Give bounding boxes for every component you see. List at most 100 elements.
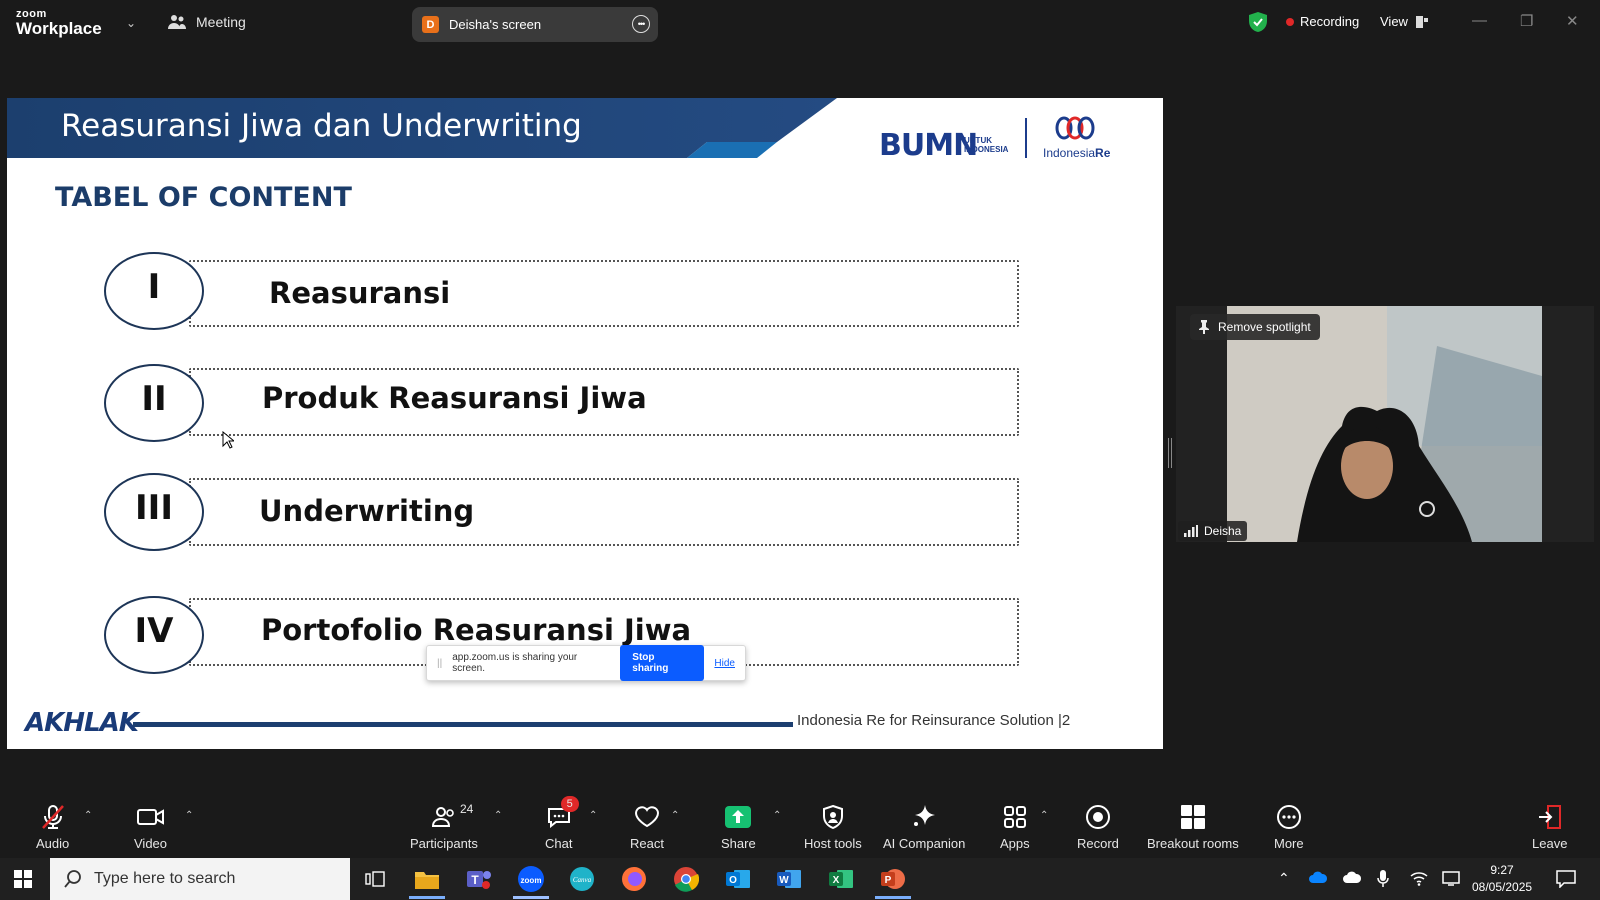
zoom-app-icon[interactable]: zoom xyxy=(516,864,546,894)
toc-row-numeral: IV xyxy=(104,596,204,674)
video-options-chevron-icon[interactable]: ⌃ xyxy=(185,810,193,821)
toc-row-label: Underwriting xyxy=(259,494,475,528)
breakout-rooms-icon xyxy=(1180,804,1206,830)
breakout-rooms-button[interactable]: Breakout rooms xyxy=(1147,804,1239,851)
share-button[interactable]: Share xyxy=(721,804,756,851)
participants-count: 24 xyxy=(459,802,474,816)
stop-sharing-button[interactable]: Stop sharing xyxy=(620,645,705,681)
notifications-icon[interactable] xyxy=(1556,870,1576,888)
microphone-icon[interactable] xyxy=(1377,870,1389,888)
restore-icon[interactable]: ❐ xyxy=(1520,12,1533,30)
indonesia-re-logo-text: IndonesiaRe xyxy=(1043,146,1111,160)
chat-button[interactable]: 5 Chat xyxy=(545,796,579,851)
bumn-logo: BUMN xyxy=(879,128,978,163)
host-tools-button[interactable]: Host tools xyxy=(804,804,862,851)
outlook-icon[interactable]: O xyxy=(723,864,753,894)
ai-companion-button[interactable]: AI Companion xyxy=(883,804,965,851)
more-button[interactable]: More xyxy=(1274,804,1304,851)
excel-icon[interactable]: X xyxy=(826,864,856,894)
signal-strength-icon xyxy=(1184,525,1198,537)
chevron-down-icon[interactable]: ⌄ xyxy=(126,16,136,30)
pin-icon xyxy=(1199,320,1209,334)
participant-video-image xyxy=(1227,306,1542,542)
hide-link[interactable]: Hide xyxy=(714,658,735,669)
taskbar-search-input[interactable]: Type here to search xyxy=(50,858,350,900)
leave-door-icon xyxy=(1537,804,1563,830)
minimize-icon[interactable]: — xyxy=(1472,12,1487,29)
onedrive-icon[interactable] xyxy=(1308,870,1328,884)
svg-text:zoom: zoom xyxy=(521,876,542,885)
show-hidden-icons-chevron-icon[interactable]: ⌃ xyxy=(1278,870,1290,887)
search-placeholder: Type here to search xyxy=(94,870,236,887)
slide-title: Reasuransi Jiwa dan Underwriting xyxy=(61,108,582,144)
record-icon xyxy=(1085,804,1111,830)
chat-options-chevron-icon[interactable]: ⌃ xyxy=(589,810,597,821)
share-options-chevron-icon[interactable]: ⌃ xyxy=(773,810,781,821)
more-label: More xyxy=(1274,836,1304,851)
slide-footer: Indonesia Re for Reinsurance Solution |2 xyxy=(797,712,1071,729)
apps-button[interactable]: Apps xyxy=(1000,804,1030,851)
clock-time: 9:27 xyxy=(1490,863,1514,877)
active-app-indicator xyxy=(409,896,445,899)
mouse-cursor-icon xyxy=(222,431,234,449)
task-view-icon[interactable] xyxy=(360,864,390,894)
record-label: Record xyxy=(1077,836,1119,851)
onedrive-personal-icon[interactable] xyxy=(1342,870,1362,884)
active-app-indicator xyxy=(875,896,911,899)
toc-row-label: Produk Reasuransi Jiwa xyxy=(262,381,647,415)
view-button[interactable]: View xyxy=(1380,14,1428,29)
more-options-icon[interactable]: ••• xyxy=(632,15,650,33)
share-screen-icon xyxy=(724,804,752,830)
video-button[interactable]: Video xyxy=(134,804,167,851)
drag-handle-icon[interactable]: || xyxy=(437,658,442,669)
leave-label: Leave xyxy=(1532,836,1568,851)
audio-options-chevron-icon[interactable]: ⌃ xyxy=(84,810,92,821)
recording-dot-icon xyxy=(1286,17,1294,26)
meeting-menu-button[interactable]: Meeting xyxy=(168,14,246,30)
canva-icon[interactable]: Canva xyxy=(567,864,597,894)
breakout-rooms-label: Breakout rooms xyxy=(1147,836,1239,851)
svg-text:P: P xyxy=(885,875,892,886)
participants-icon: 24 xyxy=(431,802,473,830)
microphone-muted-icon xyxy=(40,804,66,830)
leave-button[interactable]: Leave xyxy=(1532,804,1567,851)
participants-options-chevron-icon[interactable]: ⌃ xyxy=(494,810,502,821)
file-explorer-icon[interactable] xyxy=(412,864,442,894)
security-shield-icon[interactable] xyxy=(1249,12,1267,32)
display-icon[interactable] xyxy=(1442,870,1460,886)
participant-video[interactable] xyxy=(1227,306,1542,542)
recording-label: Recording xyxy=(1300,14,1360,29)
apps-options-chevron-icon[interactable]: ⌃ xyxy=(1040,810,1048,821)
shared-screen-pill[interactable]: D Deisha's screen ••• xyxy=(412,7,658,42)
svg-text:X: X xyxy=(833,875,840,886)
network-icon[interactable] xyxy=(1410,870,1428,886)
react-label: React xyxy=(630,836,664,851)
react-button[interactable]: React xyxy=(630,804,664,851)
teams-icon[interactable]: T xyxy=(464,864,494,894)
chrome-icon[interactable] xyxy=(671,864,701,894)
windows-start-icon[interactable] xyxy=(14,870,32,888)
word-icon[interactable]: W xyxy=(774,864,804,894)
svg-text:W: W xyxy=(779,875,789,886)
react-options-chevron-icon[interactable]: ⌃ xyxy=(671,810,679,821)
shared-screen-label: Deisha's screen xyxy=(449,17,542,32)
recording-indicator[interactable]: Recording xyxy=(1286,14,1359,29)
clock-date: 08/05/2025 xyxy=(1472,880,1533,894)
search-icon xyxy=(64,870,81,888)
panel-resize-handle[interactable] xyxy=(1168,438,1172,468)
close-icon[interactable]: ✕ xyxy=(1566,12,1579,30)
remove-spotlight-button[interactable]: Remove spotlight xyxy=(1190,314,1320,340)
indonesia-re-logo-icon xyxy=(1055,116,1095,140)
powerpoint-icon[interactable]: P xyxy=(878,864,908,894)
participants-label: Participants xyxy=(410,836,478,851)
zoom-workplace-logo[interactable]: zoom Workplace xyxy=(16,9,102,38)
more-dots-icon xyxy=(1276,804,1302,830)
audio-button[interactable]: Audio xyxy=(36,804,69,851)
meeting-toolbar: Audio ⌃ Video ⌃ 24 Participants ⌃ 5 Chat… xyxy=(0,796,1600,858)
chat-label: Chat xyxy=(545,836,573,851)
audio-label: Audio xyxy=(36,836,70,851)
record-button[interactable]: Record xyxy=(1077,804,1119,851)
taskbar-clock[interactable]: 9:27 08/05/2025 xyxy=(1472,862,1532,896)
participants-button[interactable]: 24 Participants xyxy=(410,802,478,851)
firefox-icon[interactable] xyxy=(619,864,649,894)
